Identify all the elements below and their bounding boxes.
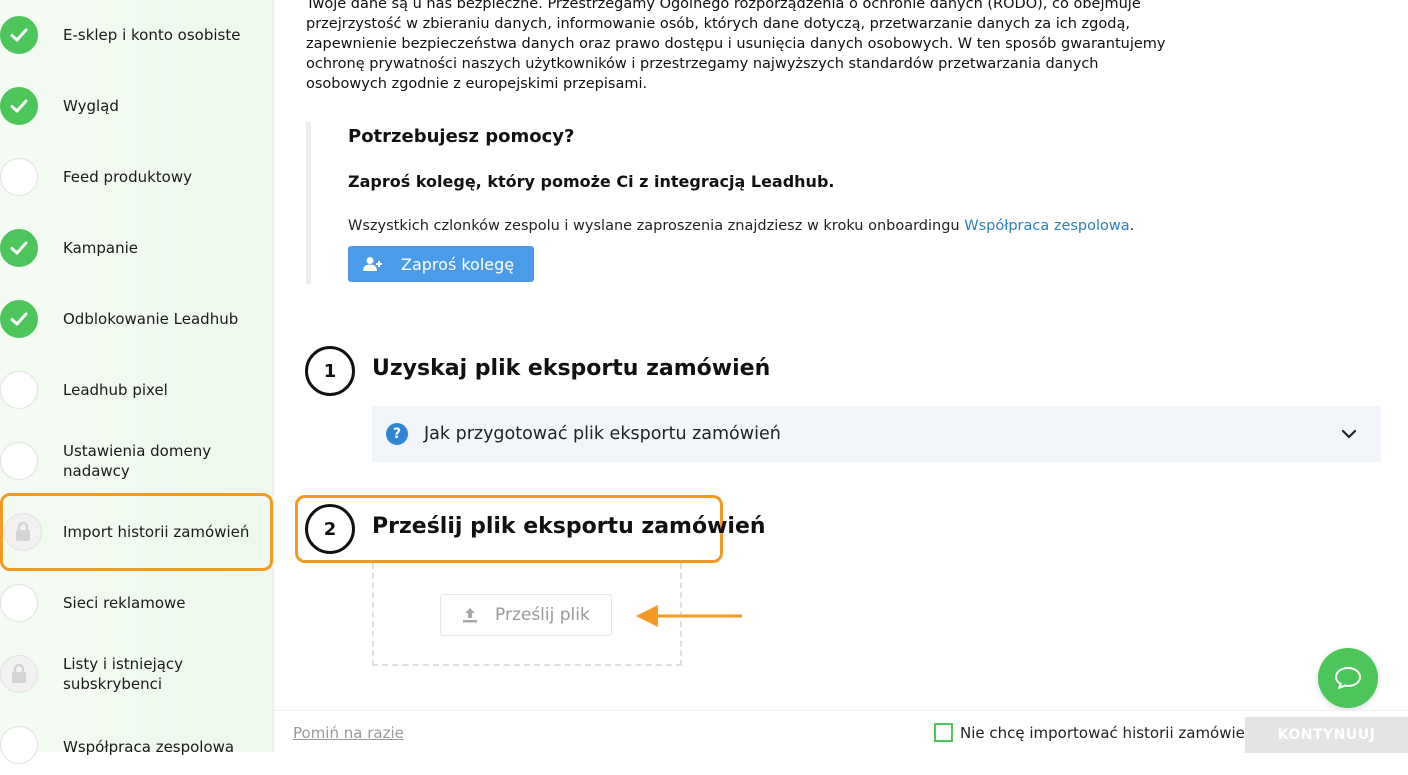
sidebar-item-label: Listy i istniejący subskrybenci — [63, 655, 184, 693]
sidebar-item-label: Odblokowanie Leadhub — [63, 310, 239, 328]
help-text: Wszystkich czlonków zespolu i wyslane za… — [348, 218, 1134, 234]
sidebar-item-label: Sieci reklamowe — [63, 594, 186, 612]
sidebar-item-label: E-sklep i konto osobiste — [63, 26, 241, 44]
sidebar-item-lists-subscribers[interactable]: Listy i istniejący subskrybenci — [0, 644, 274, 704]
sidebar-item-team-collaboration[interactable]: Współpraca zespolowa — [0, 715, 274, 775]
empty-circle-icon — [0, 442, 38, 480]
lock-icon — [0, 655, 38, 693]
sidebar-item-label: Leadhub pixel — [63, 381, 168, 399]
upload-file-label: Prześlij plik — [495, 605, 590, 625]
empty-circle-icon — [0, 371, 38, 409]
sidebar-item-label: Feed produktowy — [63, 168, 193, 186]
invite-colleague-label: Zaproś kolegę — [401, 254, 515, 274]
step-number-1: 1 — [305, 346, 355, 396]
question-icon: ? — [386, 423, 408, 445]
check-icon — [0, 87, 38, 125]
invite-colleague-button[interactable]: Zaproś kolegę — [348, 246, 534, 282]
empty-circle-icon — [0, 584, 38, 622]
upload-file-button[interactable]: Prześlij plik — [440, 594, 612, 636]
no-import-checkbox[interactable] — [934, 723, 953, 742]
accordion-label: Jak przygotować plik eksportu zamówień — [424, 424, 781, 444]
step2-title: Prześlij plik eksportu zamówień — [372, 514, 766, 539]
empty-circle-icon — [0, 726, 38, 764]
help-text-body: Wszystkich czlonków zespolu i wyslane za… — [348, 218, 965, 234]
chat-icon — [1335, 667, 1361, 689]
step1-title: Uzyskaj plik eksportu zamówień — [372, 356, 771, 381]
upload-icon — [461, 606, 479, 624]
team-collaboration-link[interactable]: Współpraca zespolowa — [964, 218, 1129, 234]
lock-icon — [4, 513, 42, 551]
add-user-icon — [363, 256, 383, 272]
sidebar-item-label: Wygląd — [63, 97, 119, 115]
export-guide-accordion[interactable]: ? Jak przygotować plik eksportu zamówień — [372, 406, 1381, 462]
continue-button[interactable]: KONTYNUUJ — [1245, 717, 1408, 753]
gdpr-intro-text: Twoje dane są u nas bezpieczne. Przestrz… — [306, 0, 1166, 92]
sidebar-item-product-feed[interactable]: Feed produktowy — [0, 147, 274, 207]
main-content: Twoje dane są u nas bezpieczne. Przestrz… — [274, 0, 1408, 710]
no-import-option[interactable]: Nie chcę importować historii zamówień — [934, 723, 1254, 742]
help-box: Potrzebujesz pomocy? Zaproś kolegę, któr… — [306, 122, 1134, 284]
onboarding-sidebar: E-sklep i konto osobiste Wygląd Feed pro… — [0, 0, 274, 764]
sidebar-item-label: Ustawienia domeny nadawcy — [63, 442, 212, 480]
footer-bar: Pomiń na razie Nie chcę importować histo… — [274, 710, 1408, 753]
check-icon — [0, 300, 38, 338]
sidebar-item-sender-domain[interactable]: Ustawienia domeny nadawcy — [0, 431, 274, 491]
sidebar-item-label: Import historii zamówień — [63, 523, 250, 541]
help-text-end: . — [1129, 218, 1135, 234]
sidebar-item-ad-networks[interactable]: Sieci reklamowe — [0, 573, 274, 633]
help-subtitle: Zaproś kolegę, który pomoże Ci z integra… — [348, 172, 835, 191]
sidebar-item-order-import[interactable]: Import historii zamówień — [0, 493, 273, 571]
no-import-checkbox-label[interactable]: Nie chcę importować historii zamówień — [960, 724, 1254, 742]
step-number-2: 2 — [305, 504, 355, 554]
sidebar-item-unlock-leadhub[interactable]: Odblokowanie Leadhub — [0, 289, 274, 349]
sidebar-item-appearance[interactable]: Wygląd — [0, 76, 274, 136]
chat-button[interactable] — [1318, 648, 1378, 708]
sidebar-item-leadhub-pixel[interactable]: Leadhub pixel — [0, 360, 274, 420]
check-icon — [0, 16, 38, 54]
sidebar-item-label: Kampanie — [63, 239, 138, 257]
sidebar-item-label: Współpraca zespolowa — [63, 738, 235, 756]
skip-link[interactable]: Pomiń na razie — [293, 724, 404, 742]
help-title: Potrzebujesz pomocy? — [348, 126, 575, 147]
sidebar-item-campaigns[interactable]: Kampanie — [0, 218, 274, 278]
empty-circle-icon — [0, 158, 38, 196]
check-icon — [0, 229, 38, 267]
chevron-down-icon — [1341, 424, 1357, 443]
sidebar-item-eshop[interactable]: E-sklep i konto osobiste — [0, 5, 274, 65]
pointer-arrow-icon — [636, 605, 742, 627]
